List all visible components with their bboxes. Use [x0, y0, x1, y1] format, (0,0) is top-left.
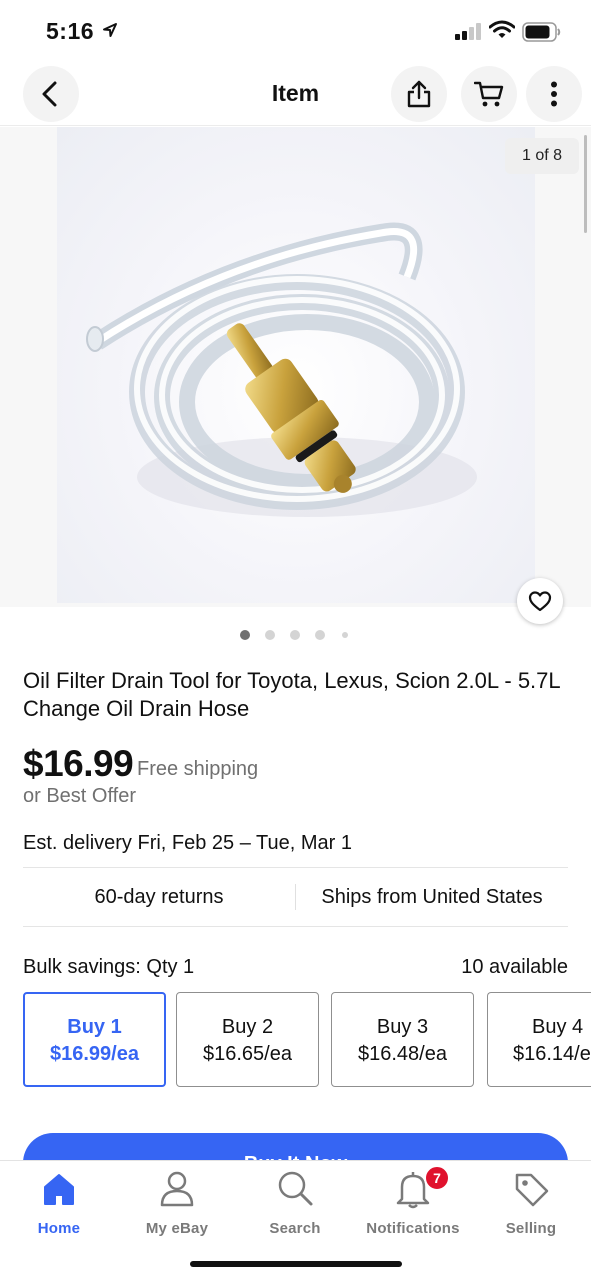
image-pagination [0, 629, 591, 641]
search-icon [278, 1171, 313, 1206]
bulk-tier-3[interactable]: Buy 3 $16.48/ea [331, 992, 474, 1087]
pagination-dot[interactable] [315, 630, 325, 640]
tag-icon [515, 1173, 549, 1207]
wifi-icon [489, 20, 515, 38]
tab-label: My eBay [145, 1220, 209, 1237]
tab-label: Home [37, 1220, 81, 1237]
tab-home[interactable]: Home [0, 1169, 118, 1239]
tier-qty: Buy 1 [67, 1016, 122, 1038]
product-image[interactable] [57, 127, 535, 603]
best-offer-text: or Best Offer [23, 785, 137, 807]
ships-from[interactable]: Ships from United States [296, 868, 568, 926]
tier-price: $16.14/ea [513, 1043, 591, 1065]
tab-notifications[interactable]: 7 Notifications [354, 1165, 472, 1239]
bulk-tier-1[interactable]: Buy 1 $16.99/ea [23, 992, 166, 1087]
item-price: $16.99 [23, 743, 134, 784]
bulk-savings-label: Bulk savings: Qty 1 [23, 956, 195, 978]
oil-drain-hose-image [86, 222, 477, 517]
bulk-tier-2[interactable]: Buy 2 $16.65/ea [176, 992, 319, 1087]
tab-selling[interactable]: Selling [472, 1169, 590, 1239]
tier-price: $16.65/ea [203, 1043, 292, 1065]
more-vertical-icon [551, 81, 557, 107]
nav-bar: Item [0, 62, 591, 126]
bulk-tier-4[interactable]: Buy 4 $16.14/ea [487, 992, 591, 1087]
tab-search[interactable]: Search [236, 1169, 354, 1239]
tier-price: $16.48/ea [358, 1043, 447, 1065]
home-icon [44, 1174, 74, 1205]
tier-qty: Buy 2 [221, 1016, 274, 1038]
item-title: Oil Filter Drain Tool for Toyota, Lexus,… [23, 668, 560, 721]
cart-button[interactable] [461, 66, 517, 122]
battery-icon [522, 22, 561, 42]
image-counter: 1 of 8 [505, 138, 579, 174]
cart-icon [474, 81, 504, 107]
quantity-available: 10 available [461, 956, 568, 978]
more-options-button[interactable] [526, 66, 582, 122]
tab-my-ebay[interactable]: My eBay [118, 1169, 236, 1239]
notification-badge: 7 [424, 1165, 450, 1191]
person-icon [160, 1171, 194, 1207]
pagination-dot[interactable] [342, 632, 348, 638]
shipping-info: Free shipping [137, 758, 259, 780]
status-bar: 5:16 [0, 0, 591, 62]
watch-button[interactable] [517, 578, 563, 624]
tab-label: Search [269, 1220, 321, 1237]
pagination-dot[interactable] [290, 630, 300, 640]
pagination-dot[interactable] [240, 630, 250, 640]
heart-icon [528, 591, 552, 612]
pagination-dot[interactable] [265, 630, 275, 640]
estimated-delivery: Est. delivery Fri, Feb 25 – Tue, Mar 1 [23, 832, 353, 854]
returns-policy[interactable]: 60-day returns [23, 868, 295, 926]
home-indicator[interactable] [190, 1261, 402, 1267]
image-gallery[interactable]: 1 of 8 [0, 127, 591, 607]
share-button[interactable] [391, 66, 447, 122]
tier-price: $16.99/ea [50, 1043, 139, 1065]
tier-qty: Buy 3 [376, 1016, 429, 1038]
location-arrow-icon [103, 23, 117, 37]
cellular-signal-icon [455, 23, 481, 40]
scrollbar[interactable] [584, 135, 587, 233]
tab-label: Notifications [366, 1220, 460, 1237]
tier-qty: Buy 4 [532, 1016, 584, 1038]
status-time: 5:16 [46, 18, 95, 44]
policy-row: 60-day returns Ships from United States [23, 867, 568, 927]
share-icon [407, 80, 431, 108]
tab-label: Selling [505, 1220, 557, 1237]
